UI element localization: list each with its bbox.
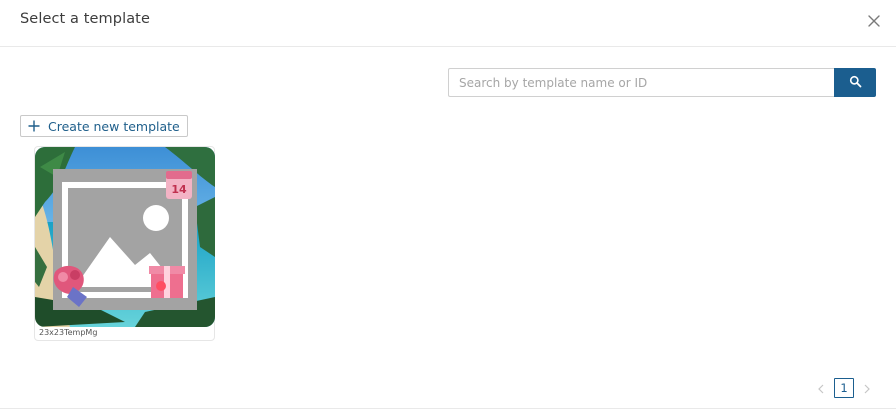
template-card[interactable]: 14 23x23TempMg <box>34 146 215 341</box>
dialog-footer-divider <box>0 408 896 409</box>
svg-text:14: 14 <box>171 183 187 196</box>
dialog-header: Select a template <box>0 0 896 47</box>
template-name: 23x23TempMg <box>39 328 98 337</box>
plus-icon <box>27 119 41 133</box>
close-icon[interactable] <box>864 11 884 31</box>
page-number-current[interactable]: 1 <box>834 378 854 398</box>
create-template-label: Create new template <box>48 118 180 134</box>
search-bar <box>448 68 876 97</box>
chevron-right-icon[interactable] <box>860 381 874 395</box>
search-input[interactable] <box>448 68 835 97</box>
search-button[interactable] <box>834 68 876 97</box>
chevron-left-icon[interactable] <box>814 381 828 395</box>
pagination: 1 <box>814 378 874 398</box>
template-thumbnail: 14 <box>35 147 215 327</box>
search-icon <box>849 75 862 91</box>
create-template-button[interactable]: Create new template <box>20 115 188 137</box>
dialog-title: Select a template <box>20 11 150 27</box>
